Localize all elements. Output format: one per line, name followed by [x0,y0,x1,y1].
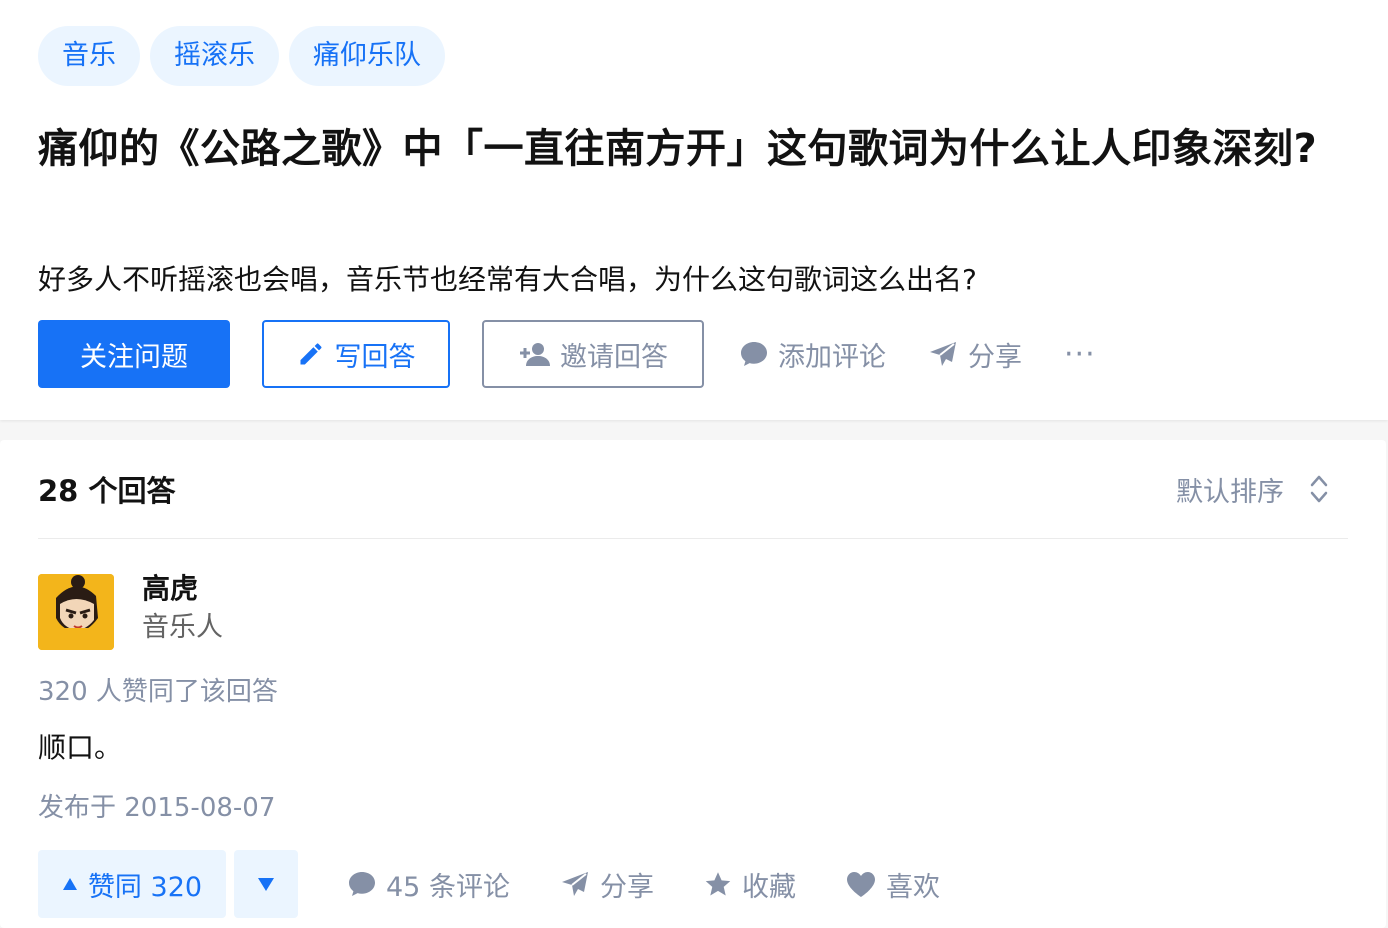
invite-answer-button[interactable]: 邀请回答 [482,320,704,388]
question-header: 音乐 摇滚乐 痛仰乐队 痛仰的《公路之歌》中「一直往南方开」这句歌词为什么让人印… [0,0,1388,420]
answer-count: 28 个回答 [38,474,176,508]
sort-dropdown[interactable]: 默认排序 [1176,470,1328,509]
like-label: 喜欢 [885,871,940,903]
comment-icon [740,341,768,367]
share-question-button[interactable]: 分享 [928,335,1022,374]
publish-date[interactable]: 发布于 2015-08-07 [38,788,275,828]
sort-label: 默认排序 [1176,476,1284,508]
question-title: 痛仰的《公路之歌》中「一直往南方开」这句歌词为什么让人印象深刻? [38,126,1318,172]
question-actions: 关注问题 写回答 邀请回答 添加评论 分享 ··· [38,320,1096,388]
upvote-summary[interactable]: 320 人赞同了该回答 [38,672,278,712]
question-detail: 好多人不听摇滚也会唱，音乐节也经常有大合唱，为什么这句歌词这么出名? [38,263,977,296]
add-comment-label: 添加评论 [778,341,886,373]
favorite-label: 收藏 [741,871,796,903]
paper-plane-icon [560,870,590,898]
follow-question-label: 关注问题 [80,341,188,373]
add-comment-button[interactable]: 添加评论 [740,335,886,374]
heart-icon [846,871,876,898]
more-icon: ··· [1064,336,1096,372]
triangle-up-icon [62,877,78,891]
answer-author: 高虎 音乐人 [38,572,223,650]
author-name[interactable]: 高虎 [142,570,223,608]
avatar[interactable] [38,574,114,650]
like-button[interactable]: 喜欢 [846,865,940,904]
downvote-button[interactable] [234,850,298,918]
comments-label: 45 条评论 [386,871,510,903]
comment-icon [348,871,376,897]
add-person-icon [518,341,550,367]
answers-header: 28 个回答 默认排序 [38,440,1348,539]
author-info: 高虎 音乐人 [142,570,223,650]
sort-icon [1310,474,1328,504]
star-icon [704,871,732,898]
topic-tag[interactable]: 摇滚乐 [150,26,279,86]
answer-content: 顺口。 [38,731,123,764]
paper-plane-icon [928,340,958,368]
more-options-button[interactable]: ··· [1064,337,1096,372]
topic-tag[interactable]: 痛仰乐队 [289,26,445,86]
write-answer-label: 写回答 [334,341,416,373]
pencil-icon [297,340,325,368]
follow-question-button[interactable]: 关注问题 [38,320,230,388]
invite-answer-label: 邀请回答 [560,341,668,373]
upvote-label: 赞同 320 [87,871,203,903]
topic-tags: 音乐 摇滚乐 痛仰乐队 [38,26,445,86]
share-question-label: 分享 [968,341,1022,373]
comments-button[interactable]: 45 条评论 [348,865,510,904]
triangle-down-icon [257,876,275,892]
upvote-button[interactable]: 赞同 320 [38,850,226,918]
topic-tag[interactable]: 音乐 [38,26,140,86]
share-answer-button[interactable]: 分享 [560,865,654,904]
favorite-button[interactable]: 收藏 [704,865,796,904]
write-answer-button[interactable]: 写回答 [262,320,450,388]
share-answer-label: 分享 [599,871,654,903]
answer-actions: 赞同 320 45 条评论 分享 收藏 喜欢 [38,850,940,918]
author-bio: 音乐人 [142,612,223,643]
